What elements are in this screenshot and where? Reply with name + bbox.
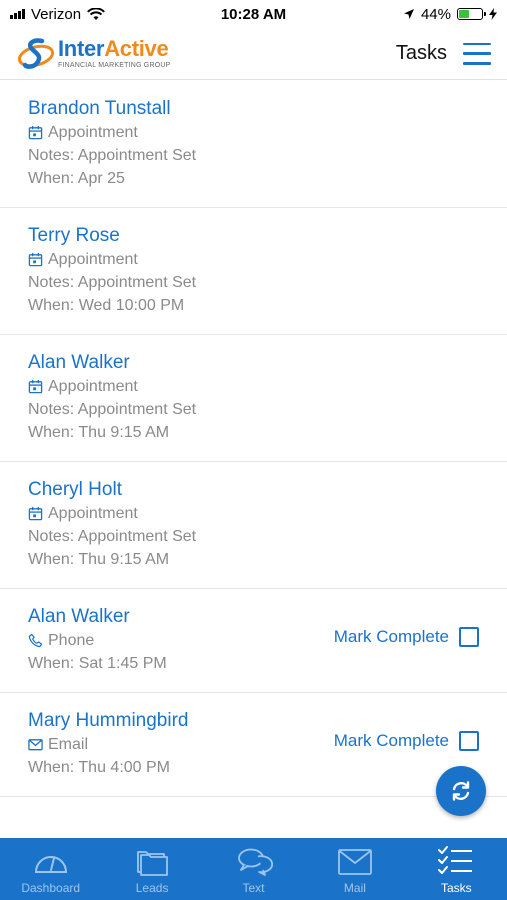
task-card[interactable]: Terry Rose Appointment Notes: Appointmen… [0,208,507,335]
header-right: Tasks [396,42,491,65]
dashboard-gauge-icon [34,856,67,873]
nav-label-dashboard: Dashboard [21,881,81,895]
nav-item-dashboard[interactable]: Dashboard [0,838,101,900]
task-contact-name[interactable]: Alan Walker [28,351,479,375]
location-arrow-icon [403,9,414,19]
task-contact-name[interactable]: Terry Rose [28,224,479,248]
nav-item-mail[interactable]: Mail [304,838,405,900]
task-contact-name[interactable]: Mary Hummingbird [28,709,479,733]
task-card[interactable]: Cheryl Holt Appointment Notes: Appointme… [0,462,507,589]
logo-name-active: Active [104,36,169,61]
calendar-icon [28,506,43,521]
task-card[interactable]: Alan Walker Phone When: Sat 1:45 PM Mark… [0,589,507,693]
logo-name: InterActive [58,38,170,60]
logo-subtitle: FINANCIAL MARKETING GROUP [58,62,171,69]
bottom-nav: Dashboard Leads Text Mail Tasks [0,838,507,900]
battery-level-fill [459,10,469,18]
app-header: InterActive FINANCIAL MARKETING GROUP Ta… [0,28,507,80]
mark-complete-checkbox[interactable] [459,627,479,647]
carrier-name: Verizon [31,5,82,23]
task-when: When: Apr 25 [28,170,125,187]
charging-bolt-icon [489,8,497,20]
nav-item-text[interactable]: Text [203,838,304,900]
chat-bubbles-icon [237,848,273,876]
task-contact-name[interactable]: Brandon Tunstall [28,97,479,121]
calendar-icon [28,252,43,267]
task-notes: Notes: Appointment Set [28,147,197,164]
task-notes: Notes: Appointment Set [28,274,197,291]
phone-icon [28,633,43,648]
task-notes: Notes: Appointment Set [28,528,197,545]
calendar-icon [28,379,43,394]
mark-complete-control[interactable]: Mark Complete [334,731,479,751]
hamburger-menu-icon[interactable] [463,42,491,65]
status-right: 44% [403,6,497,23]
nav-label-leads: Leads [135,881,169,895]
task-type-label: Appointment [48,378,138,395]
refresh-button[interactable] [436,766,486,816]
task-contact-name[interactable]: Cheryl Holt [28,478,479,502]
task-type-label: Email [48,736,89,753]
task-notes: Notes: Appointment Set [28,401,197,418]
task-type: Appointment [28,375,479,398]
task-when: When: Sat 1:45 PM [28,655,167,672]
interactive-logo[interactable]: InterActive FINANCIAL MARKETING GROUP [16,34,170,74]
task-type: Appointment [28,121,479,144]
logo-wordmark: InterActive FINANCIAL MARKETING GROUP [58,38,171,70]
page-title: Tasks [395,42,447,64]
battery-percent: 44% [420,5,451,23]
mark-complete-label[interactable]: Mark Complete [334,627,449,647]
task-contact-name[interactable]: Alan Walker [28,605,479,629]
task-list: Brandon Tunstall Appointment Notes: Appo… [0,81,507,797]
task-card[interactable]: Alan Walker Appointment Notes: Appointme… [0,335,507,462]
mark-complete-control[interactable]: Mark Complete [334,627,479,647]
calendar-icon [28,125,43,140]
nav-item-tasks[interactable]: Tasks [406,838,507,900]
task-type-label: Appointment [48,124,138,141]
task-when: When: Thu 4:00 PM [28,759,170,776]
task-card[interactable]: Brandon Tunstall Appointment Notes: Appo… [0,81,507,208]
logo-swirl-icon [17,37,55,69]
task-type-label: Appointment [48,251,138,268]
task-when: When: Thu 9:15 AM [28,424,170,441]
nav-label-mail: Mail [343,881,366,895]
signal-strength-icon [10,9,25,19]
logo-name-inter: Inter [58,36,105,61]
task-checklist-icon [438,846,473,874]
task-when: When: Wed 10:00 PM [28,297,185,314]
task-type: Appointment [28,248,479,271]
refresh-icon [452,781,470,801]
task-type-label: Phone [48,632,95,649]
wifi-icon [87,7,105,20]
email-icon [28,739,43,751]
status-left: Verizon [10,6,105,23]
nav-label-text: Text [242,881,265,895]
folders-icon [137,851,169,876]
mark-complete-checkbox[interactable] [459,731,479,751]
nav-item-leads[interactable]: Leads [101,838,202,900]
task-card[interactable]: Mary Hummingbird Email When: Thu 4:00 PM… [0,693,507,797]
task-type: Appointment [28,502,479,525]
status-bar: Verizon 10:28 AM 44% [0,0,507,28]
nav-label-tasks: Tasks [440,881,472,895]
battery-icon [457,8,486,20]
task-type-label: Appointment [48,505,138,522]
mail-envelope-icon [338,849,372,875]
task-when: When: Thu 9:15 AM [28,551,170,568]
mark-complete-label[interactable]: Mark Complete [334,731,449,751]
